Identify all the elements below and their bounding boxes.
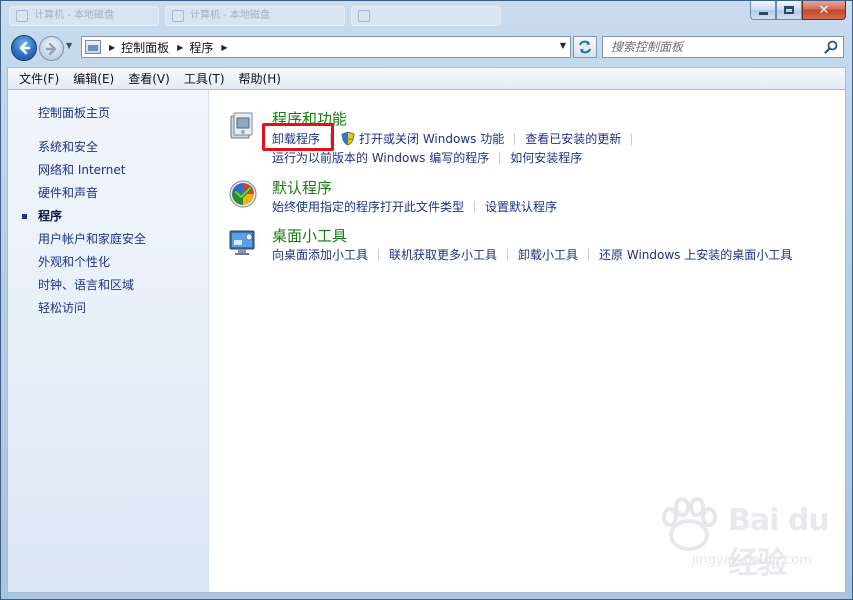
- separator: [499, 151, 501, 164]
- task-view-installed-updates[interactable]: 查看已安装的更新: [525, 130, 621, 147]
- task-add-gadgets[interactable]: 向桌面添加小工具: [272, 246, 368, 263]
- background-window-tab: 计算机 - 本地磁盘: [9, 6, 159, 26]
- maximize-icon: [784, 6, 794, 14]
- search-icon[interactable]: [824, 40, 838, 54]
- sidebar-control-panel-home[interactable]: 控制面板主页: [38, 104, 110, 121]
- uac-shield-icon: [341, 131, 355, 146]
- sidebar: 控制面板主页 系统和安全 网络和 Internet 硬件和声音 程序 用户帐户和…: [8, 90, 209, 592]
- menu-bar: 文件(F) 编辑(E) 查看(V) 工具(T) 帮助(H): [7, 67, 846, 89]
- task-row: 运行为以前版本的 Windows 编写的程序 如何安装程序: [272, 149, 582, 166]
- control-panel-icon: [85, 40, 101, 54]
- breadcrumb-control-panel[interactable]: 控制面板: [121, 39, 169, 56]
- paw-logo-icon: [662, 497, 717, 551]
- menu-view[interactable]: 查看(V): [121, 70, 177, 87]
- close-button[interactable]: ✕: [802, 1, 846, 20]
- separator: [514, 132, 516, 145]
- sidebar-item-ease-of-access[interactable]: 轻松访问: [38, 297, 146, 320]
- menu-help[interactable]: 帮助(H): [232, 70, 288, 87]
- category-title-desktop-gadgets[interactable]: 桌面小工具: [272, 225, 347, 246]
- sidebar-item-clock-language-region[interactable]: 时钟、语言和区域: [38, 274, 146, 297]
- sidebar-list: 系统和安全 网络和 Internet 硬件和声音 程序 用户帐户和家庭安全 外观…: [22, 136, 146, 320]
- baidu-watermark: Bai du 经验 jingyan.baidu.com: [650, 495, 840, 590]
- back-button[interactable]: [11, 35, 37, 61]
- task-row: 始终使用指定的程序打开此文件类型 设置默认程序: [272, 198, 557, 215]
- minimize-icon: [758, 11, 768, 15]
- recent-pages-dropdown[interactable]: ▼: [66, 41, 72, 50]
- default-programs-icon[interactable]: [228, 179, 258, 209]
- task-always-open-file-type[interactable]: 始终使用指定的程序打开此文件类型: [272, 198, 464, 215]
- programs-features-icon[interactable]: [228, 111, 258, 141]
- sidebar-item-network-internet[interactable]: 网络和 Internet: [38, 159, 146, 182]
- sidebar-item-user-accounts[interactable]: 用户帐户和家庭安全: [38, 228, 146, 251]
- forward-button[interactable]: [39, 36, 64, 61]
- task-uninstall-program[interactable]: 卸载程序: [262, 123, 334, 151]
- current-bullet-icon: [22, 214, 27, 219]
- category-title-programs-features[interactable]: 程序和功能: [272, 108, 347, 129]
- refresh-button[interactable]: [573, 36, 597, 58]
- desktop-gadgets-icon[interactable]: [228, 227, 258, 257]
- category-title-default-programs[interactable]: 默认程序: [272, 177, 332, 198]
- task-row: 向桌面添加小工具 联机获取更多小工具 卸载小工具 还原 Windows 上安装的…: [272, 246, 792, 263]
- watermark-url: jingyan.baidu.com: [692, 553, 812, 568]
- sidebar-item-appearance[interactable]: 外观和个性化: [38, 251, 146, 274]
- task-uninstall-gadget[interactable]: 卸载小工具: [518, 246, 578, 263]
- chevron-right-icon[interactable]: ▶: [221, 43, 227, 52]
- search-input[interactable]: [611, 40, 821, 54]
- navigation-bar: ▼ ▶ 控制面板 ▶ 程序 ▶ ▼: [1, 31, 852, 63]
- caption-buttons: ✕: [750, 1, 846, 20]
- title-bar: 计算机 - 本地磁盘 计算机 - 本地磁盘 ✕: [1, 1, 852, 31]
- separator: [631, 132, 633, 145]
- folder-icon: [172, 10, 184, 22]
- separator: [588, 248, 590, 261]
- task-restore-gadgets[interactable]: 还原 Windows 上安装的桌面小工具: [599, 246, 792, 263]
- breadcrumb-programs[interactable]: 程序: [189, 39, 213, 56]
- task-set-default-programs[interactable]: 设置默认程序: [485, 198, 557, 215]
- folder-icon: [358, 10, 370, 22]
- refresh-icon: [579, 40, 591, 54]
- close-icon: ✕: [818, 2, 830, 18]
- minimize-button[interactable]: [750, 1, 776, 20]
- separator: [474, 200, 476, 213]
- menu-file[interactable]: 文件(F): [12, 70, 66, 87]
- content-area: 控制面板主页 系统和安全 网络和 Internet 硬件和声音 程序 用户帐户和…: [7, 89, 846, 593]
- separator: [507, 248, 509, 261]
- control-panel-window: 计算机 - 本地磁盘 计算机 - 本地磁盘 ✕ ▼ ▶ 控制面板 ▶ 程序 ▶ …: [0, 0, 853, 600]
- chevron-down-icon[interactable]: ▼: [560, 41, 566, 50]
- separator: [330, 132, 332, 145]
- separator: [378, 248, 380, 261]
- search-box[interactable]: [602, 36, 844, 58]
- menu-edit[interactable]: 编辑(E): [66, 70, 121, 87]
- menu-tools[interactable]: 工具(T): [177, 70, 232, 87]
- sidebar-item-hardware-sound[interactable]: 硬件和声音: [38, 182, 146, 205]
- task-get-more-gadgets[interactable]: 联机获取更多小工具: [389, 246, 497, 263]
- task-run-older-programs[interactable]: 运行为以前版本的 Windows 编写的程序: [272, 149, 489, 166]
- task-turn-windows-features[interactable]: 打开或关闭 Windows 功能: [359, 130, 504, 147]
- watermark-brand: Bai du 经验: [728, 503, 830, 581]
- chevron-right-icon[interactable]: ▶: [109, 43, 115, 52]
- sidebar-item-system-security[interactable]: 系统和安全: [38, 136, 146, 159]
- address-bar[interactable]: ▶ 控制面板 ▶ 程序 ▶ ▼: [81, 36, 571, 58]
- task-row: 卸载程序 打开或关闭 Windows 功能 查看已安装的更新: [262, 123, 642, 151]
- folder-icon: [16, 10, 28, 22]
- task-how-to-install[interactable]: 如何安装程序: [510, 149, 582, 166]
- maximize-button[interactable]: [776, 1, 802, 20]
- background-window-tab: 计算机 - 本地磁盘: [165, 6, 345, 26]
- chevron-right-icon[interactable]: ▶: [177, 43, 183, 52]
- arrow-right-icon: [45, 42, 56, 55]
- main-panel: 程序和功能 卸载程序 打开或关闭 Windows 功能 查看已安装的更新 运行为…: [210, 90, 846, 592]
- sidebar-item-programs[interactable]: 程序: [22, 205, 146, 228]
- background-window-tab: [351, 6, 501, 26]
- arrow-left-icon: [19, 41, 31, 55]
